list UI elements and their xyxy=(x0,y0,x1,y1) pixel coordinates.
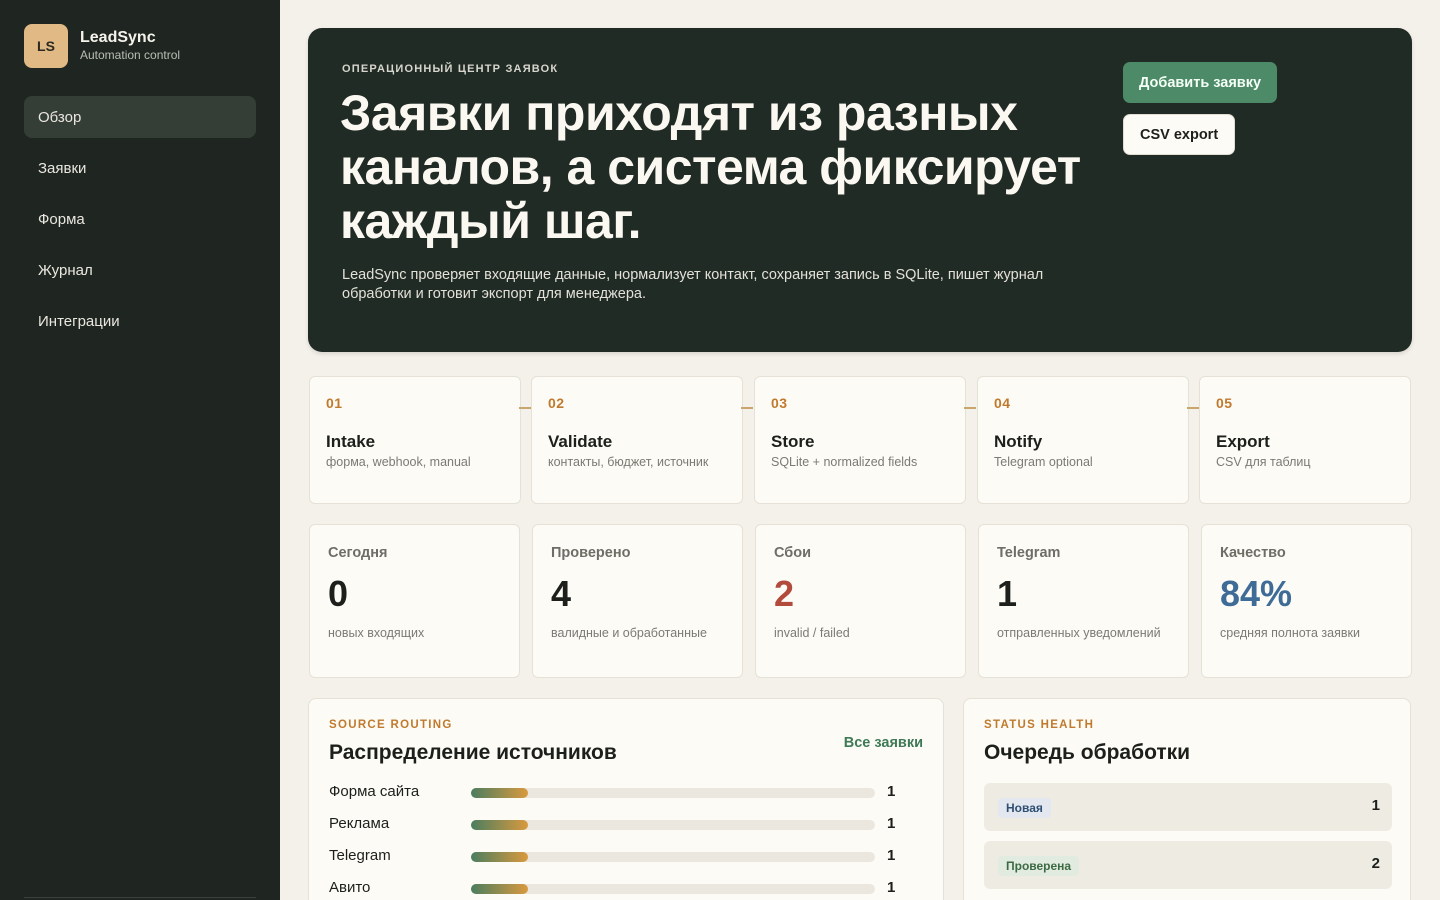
step-connector xyxy=(964,407,976,409)
stat-value: 0 xyxy=(328,573,349,614)
source-row: Авито 1 xyxy=(329,879,909,899)
source-bar-track xyxy=(471,852,875,862)
source-bar-track xyxy=(471,788,875,798)
source-name: Telegram xyxy=(329,847,391,864)
stat-label: Telegram xyxy=(997,545,1061,561)
step-number: 05 xyxy=(1216,395,1233,411)
step-number: 01 xyxy=(326,395,343,411)
stat-card-checked: Проверено 4 валидные и обработанные xyxy=(532,524,743,678)
source-bar-fill xyxy=(471,788,528,798)
stat-label: Сбои xyxy=(774,545,812,561)
stat-hint: новых входящих xyxy=(328,626,425,640)
panel-eyebrow: STATUS HEALTH xyxy=(984,719,1095,731)
stat-hint: invalid / failed xyxy=(774,626,850,640)
all-leads-link[interactable]: Все заявки xyxy=(844,735,923,751)
source-bar-fill xyxy=(471,852,528,862)
source-row: Реклама 1 xyxy=(329,815,909,835)
sidebar-item-leads[interactable]: Заявки xyxy=(24,147,256,189)
brand-name: LeadSync xyxy=(80,29,156,46)
brand[interactable]: LS LeadSync Automation control xyxy=(24,24,180,68)
source-bar-track xyxy=(471,820,875,830)
stat-label: Сегодня xyxy=(328,545,388,561)
source-count: 1 xyxy=(887,783,896,800)
stat-hint: валидные и обработанные xyxy=(551,626,707,640)
sidebar-item-integrations[interactable]: Интеграции xyxy=(24,300,256,342)
brand-logo: LS xyxy=(24,24,68,68)
sidebar-nav: Обзор Заявки Форма Журнал Интеграции xyxy=(24,96,256,351)
step-connector xyxy=(519,407,531,409)
step-title: Intake xyxy=(326,432,376,451)
pipeline-step-store: 03 Store SQLite + normalized fields xyxy=(754,376,966,504)
pipeline-step-export: 05 Export CSV для таблиц xyxy=(1199,376,1411,504)
source-row: Форма сайта 1 xyxy=(329,783,909,803)
sidebar: LS LeadSync Automation control Обзор Зая… xyxy=(0,0,280,900)
status-badge: Новая xyxy=(998,798,1051,818)
brand-subtitle: Automation control xyxy=(80,48,181,62)
csv-export-button[interactable]: CSV export xyxy=(1123,114,1236,155)
sidebar-item-log[interactable]: Журнал xyxy=(24,249,256,291)
pipeline-step-notify: 04 Notify Telegram optional xyxy=(977,376,1189,504)
step-title: Validate xyxy=(548,432,613,451)
step-description: Telegram optional xyxy=(994,455,1093,469)
panel-title: Очередь обработки xyxy=(984,741,1191,764)
source-count: 1 xyxy=(887,879,896,896)
step-number: 02 xyxy=(548,395,565,411)
source-name: Реклама xyxy=(329,815,390,832)
stat-card-failures: Сбои 2 invalid / failed xyxy=(755,524,966,678)
stat-value: 1 xyxy=(997,573,1018,614)
stat-value: 4 xyxy=(551,573,572,614)
step-number: 04 xyxy=(994,395,1011,411)
add-lead-button[interactable]: Добавить заявку xyxy=(1123,62,1278,103)
source-bar-fill xyxy=(471,884,528,894)
queue-count: 1 xyxy=(1371,797,1380,814)
status-health-panel: STATUS HEALTH Очередь обработки Новая 1 … xyxy=(963,698,1411,900)
stat-card-telegram: Telegram 1 отправленных уведомлений xyxy=(978,524,1189,678)
stat-value: 84% xyxy=(1220,573,1293,614)
stat-card-today: Сегодня 0 новых входящих xyxy=(309,524,520,678)
page-title: Заявки приходят из разных каналов, а сис… xyxy=(340,85,1081,249)
step-title: Export xyxy=(1216,432,1270,451)
stat-hint: отправленных уведомлений xyxy=(997,626,1161,640)
stat-value: 2 xyxy=(774,573,795,614)
step-description: SQLite + normalized fields xyxy=(771,455,918,469)
source-row: Telegram 1 xyxy=(329,847,909,867)
stat-card-quality: Качество 84% средняя полнота заявки xyxy=(1201,524,1412,678)
hero-eyebrow: ОПЕРАЦИОННЫЙ ЦЕНТР ЗАЯВОК xyxy=(342,63,559,75)
step-description: форма, webhook, manual xyxy=(326,455,471,469)
stat-label: Проверено xyxy=(551,545,631,561)
source-count: 1 xyxy=(887,847,896,864)
panel-eyebrow: SOURCE ROUTING xyxy=(329,719,453,731)
sidebar-item-overview[interactable]: Обзор xyxy=(24,96,256,138)
step-title: Notify xyxy=(994,432,1043,451)
source-bar-fill xyxy=(471,820,528,830)
queue-row-new[interactable]: Новая 1 xyxy=(984,783,1392,831)
step-description: CSV для таблиц xyxy=(1216,455,1311,469)
pipeline-step-intake: 01 Intake форма, webhook, manual xyxy=(309,376,521,504)
hero-panel: ОПЕРАЦИОННЫЙ ЦЕНТР ЗАЯВОК Заявки приходя… xyxy=(308,28,1412,352)
hero-description: LeadSync проверяет входящие данные, норм… xyxy=(342,267,1044,302)
sidebar-divider xyxy=(24,897,256,898)
source-name: Форма сайта xyxy=(329,783,420,800)
source-bar-track xyxy=(471,884,875,894)
step-title: Store xyxy=(771,432,815,451)
stat-hint: средняя полнота заявки xyxy=(1220,626,1360,640)
panel-title: Распределение источников xyxy=(329,741,617,764)
step-number: 03 xyxy=(771,395,788,411)
sidebar-item-form[interactable]: Форма xyxy=(24,198,256,240)
stat-label: Качество xyxy=(1220,545,1286,561)
step-connector xyxy=(1187,407,1199,409)
queue-count: 2 xyxy=(1371,855,1380,872)
status-badge: Проверена xyxy=(998,856,1080,876)
queue-row-checked[interactable]: Проверена 2 xyxy=(984,841,1392,889)
source-name: Авито xyxy=(329,879,371,896)
step-description: контакты, бюджет, источник xyxy=(548,455,709,469)
step-connector xyxy=(741,407,753,409)
source-count: 1 xyxy=(887,815,896,832)
source-routing-panel: SOURCE ROUTING Распределение источников … xyxy=(308,698,944,900)
pipeline-step-validate: 02 Validate контакты, бюджет, источник xyxy=(531,376,743,504)
